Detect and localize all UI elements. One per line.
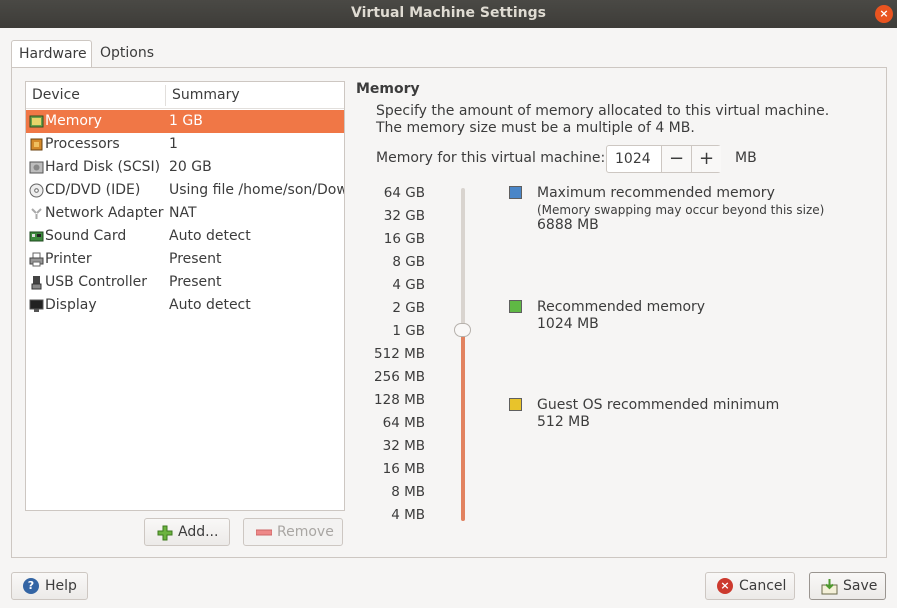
cancel-button[interactable]: × Cancel — [705, 572, 795, 600]
add-label: Add... — [178, 524, 219, 540]
memory-slider-thumb[interactable] — [454, 323, 471, 337]
scale-label: 2 GB — [392, 300, 425, 316]
scale-label: 4 MB — [391, 507, 425, 523]
close-icon[interactable]: × — [875, 5, 893, 23]
help-icon: ? — [23, 578, 39, 594]
device-name: Network Adapter — [45, 205, 164, 221]
scale-label: 16 MB — [382, 461, 425, 477]
help-label: Help — [45, 578, 77, 594]
scale-label: 128 MB — [374, 392, 425, 408]
device-row-hard-disk[interactable]: Hard Disk (SCSI) 20 GB — [26, 156, 344, 179]
save-icon — [821, 579, 838, 595]
device-name: Display — [45, 297, 97, 313]
sound-card-icon — [29, 231, 44, 242]
add-device-button[interactable]: Add... — [144, 518, 230, 546]
processor-icon — [30, 138, 43, 151]
device-summary: 1 — [169, 136, 178, 152]
device-summary: Using file /home/son/Dow — [169, 182, 344, 198]
save-label: Save — [843, 578, 878, 594]
printer-icon — [29, 252, 44, 267]
memory-input[interactable]: 1024 — [615, 151, 651, 167]
memory-field-label: Memory for this virtual machine: — [376, 150, 606, 166]
title-bar: Virtual Machine Settings × — [0, 0, 897, 28]
display-icon — [29, 299, 44, 312]
max-recommended-note: (Memory swapping may occur beyond this s… — [537, 203, 825, 217]
device-summary: Present — [169, 251, 222, 267]
device-summary: NAT — [169, 205, 197, 221]
cd-dvd-icon — [29, 183, 44, 198]
device-name: Printer — [45, 251, 92, 267]
help-button[interactable]: ? Help — [11, 572, 88, 600]
scale-label: 32 GB — [383, 208, 425, 224]
recommended-value: 1024 MB — [537, 316, 599, 332]
remove-label: Remove — [277, 524, 334, 540]
column-header-device[interactable]: Device — [32, 87, 80, 103]
device-row-network-adapter[interactable]: Network Adapter NAT — [26, 202, 344, 225]
memory-unit: MB — [735, 150, 757, 166]
device-name: CD/DVD (IDE) — [45, 182, 141, 198]
max-recommended-label: Maximum recommended memory — [537, 185, 775, 201]
device-row-sound-card[interactable]: Sound Card Auto detect — [26, 225, 344, 248]
scale-label: 8 GB — [392, 254, 425, 270]
device-row-processors[interactable]: Processors 1 — [26, 133, 344, 156]
usb-controller-icon — [31, 276, 42, 290]
device-row-cd-dvd[interactable]: CD/DVD (IDE) Using file /home/son/Dow — [26, 179, 344, 202]
column-header-summary[interactable]: Summary — [172, 87, 240, 103]
device-list: Device Summary Memory 1 GB Processors 1 … — [25, 81, 345, 511]
memory-spinbox[interactable]: 1024 − + — [606, 145, 721, 173]
device-name: Sound Card — [45, 228, 127, 244]
recommended-marker — [509, 300, 522, 313]
max-recommended-marker — [509, 186, 522, 199]
cancel-icon: × — [717, 578, 733, 594]
increment-button[interactable]: + — [691, 146, 721, 172]
memory-slider-fill — [461, 330, 465, 521]
guest-minimum-label: Guest OS recommended minimum — [537, 397, 780, 413]
scale-label: 8 MB — [391, 484, 425, 500]
device-name: Processors — [45, 136, 120, 152]
recommended-label: Recommended memory — [537, 299, 706, 315]
save-button[interactable]: Save — [809, 572, 886, 600]
network-adapter-icon — [31, 208, 42, 219]
window-title: Virtual Machine Settings — [351, 5, 546, 21]
cancel-label: Cancel — [739, 578, 787, 594]
device-row-printer[interactable]: Printer Present — [26, 248, 344, 271]
scale-label: 256 MB — [374, 369, 425, 385]
device-summary: Auto detect — [169, 297, 251, 313]
device-summary: Auto detect — [169, 228, 251, 244]
scale-label: 32 MB — [382, 438, 425, 454]
device-row-memory[interactable]: Memory 1 GB — [26, 110, 344, 133]
guest-minimum-value: 512 MB — [537, 414, 590, 430]
memory-heading: Memory — [356, 81, 420, 97]
column-separator — [165, 85, 166, 106]
remove-device-button[interactable]: Remove — [243, 518, 343, 546]
scale-label: 16 GB — [383, 231, 425, 247]
guest-minimum-marker — [509, 398, 522, 411]
decrement-button[interactable]: − — [661, 146, 691, 172]
scale-label: 64 GB — [383, 185, 425, 201]
device-name: USB Controller — [45, 274, 148, 290]
device-row-display[interactable]: Display Auto detect — [26, 294, 344, 317]
minus-icon — [256, 529, 272, 536]
device-summary: Present — [169, 274, 222, 290]
plus-icon — [157, 525, 173, 541]
memory-chip-icon — [29, 115, 44, 128]
device-summary: 1 GB — [169, 113, 203, 129]
hard-disk-icon — [29, 161, 44, 174]
scale-label: 512 MB — [374, 346, 425, 362]
device-row-usb-controller[interactable]: USB Controller Present — [26, 271, 344, 294]
scale-label: 64 MB — [382, 415, 425, 431]
device-name: Hard Disk (SCSI) — [45, 159, 161, 175]
max-recommended-value: 6888 MB — [537, 217, 599, 233]
device-name: Memory — [45, 113, 102, 129]
memory-description: Specify the amount of memory allocated t… — [376, 103, 830, 136]
scale-label: 4 GB — [392, 277, 425, 293]
device-summary: 20 GB — [169, 159, 212, 175]
device-list-header: Device Summary — [26, 82, 344, 109]
scale-label: 1 GB — [392, 323, 425, 339]
tab-options[interactable]: Options — [93, 40, 163, 69]
hardware-panel: Device Summary Memory 1 GB Processors 1 … — [11, 67, 887, 558]
tab-hardware[interactable]: Hardware — [11, 40, 92, 69]
